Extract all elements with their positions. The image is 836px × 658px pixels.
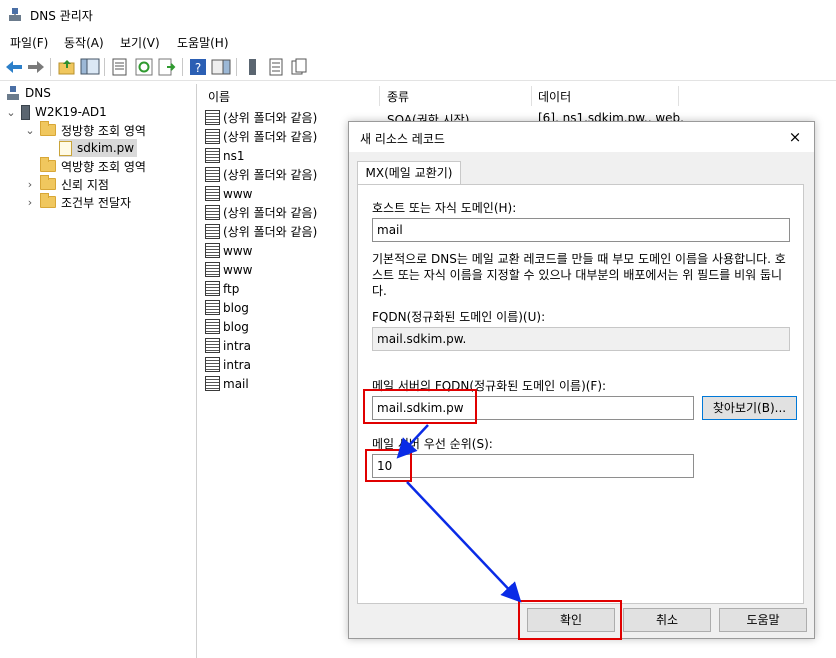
- arrow-to-ok: [406, 481, 522, 603]
- arrow-to-priority: [396, 424, 429, 459]
- annotation-arrows: [396, 424, 522, 603]
